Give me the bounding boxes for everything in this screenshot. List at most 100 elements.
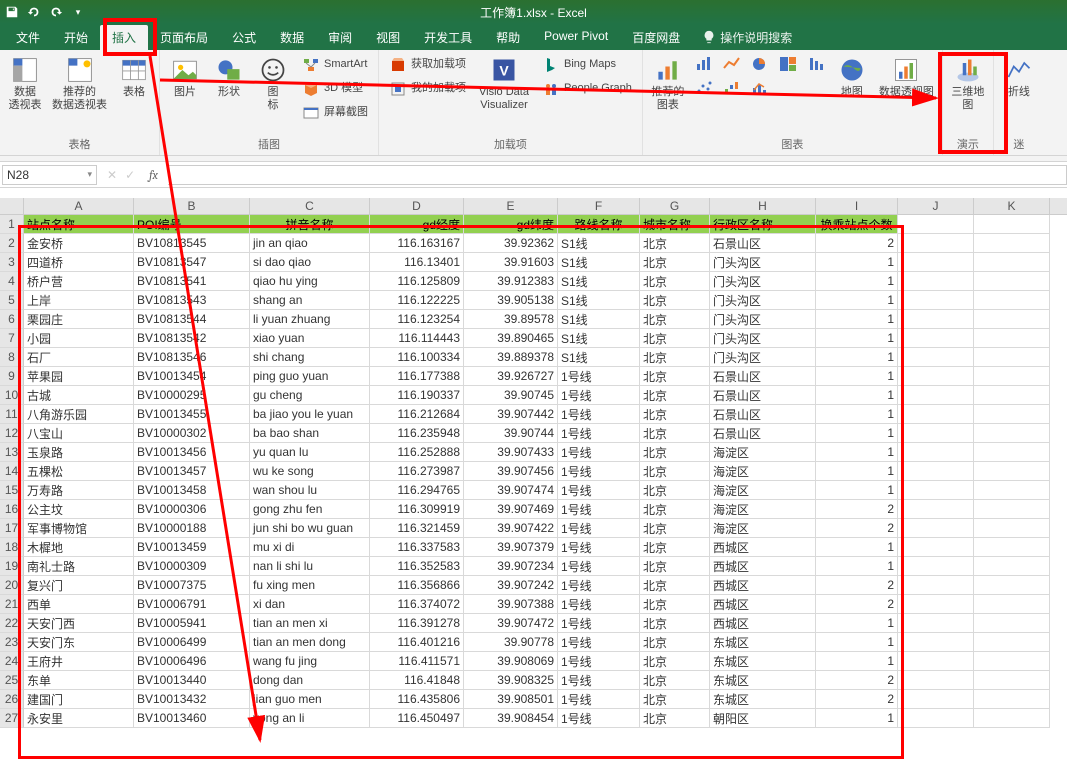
cell[interactable]: 1: [816, 481, 898, 500]
cell[interactable]: 116.337583: [370, 538, 464, 557]
cell[interactable]: 1号线: [558, 633, 640, 652]
cell[interactable]: 39.890465: [464, 329, 558, 348]
cell[interactable]: 1: [816, 253, 898, 272]
cell[interactable]: BV10000188: [134, 519, 250, 538]
cell[interactable]: 1: [816, 367, 898, 386]
cell[interactable]: BV10000306: [134, 500, 250, 519]
cell[interactable]: [974, 348, 1050, 367]
cell[interactable]: 2: [816, 519, 898, 538]
row-header[interactable]: 27: [0, 709, 24, 728]
cell[interactable]: 五棵松: [24, 462, 134, 481]
cell[interactable]: [974, 234, 1050, 253]
cell[interactable]: BV10013459: [134, 538, 250, 557]
cell[interactable]: 西城区: [710, 576, 816, 595]
row-header[interactable]: 8: [0, 348, 24, 367]
cell[interactable]: fu xing men: [250, 576, 370, 595]
cell[interactable]: 建国门: [24, 690, 134, 709]
col-header[interactable]: D: [370, 198, 464, 214]
cell[interactable]: 北京: [640, 348, 710, 367]
cell[interactable]: [974, 386, 1050, 405]
cell[interactable]: 北京: [640, 367, 710, 386]
cell[interactable]: 西城区: [710, 595, 816, 614]
cell[interactable]: 北京: [640, 272, 710, 291]
row-header[interactable]: 10: [0, 386, 24, 405]
cell[interactable]: [898, 500, 974, 519]
row-header[interactable]: 16: [0, 500, 24, 519]
cell[interactable]: 西城区: [710, 614, 816, 633]
cell[interactable]: 39.908325: [464, 671, 558, 690]
cell[interactable]: 116.100334: [370, 348, 464, 367]
statistic-chart-icon[interactable]: [805, 54, 827, 74]
cell[interactable]: [974, 291, 1050, 310]
cell[interactable]: [974, 519, 1050, 538]
cell[interactable]: dong dan: [250, 671, 370, 690]
cell[interactable]: 军事博物馆: [24, 519, 134, 538]
tab-插入[interactable]: 插入: [100, 25, 148, 50]
cell[interactable]: yu quan lu: [250, 443, 370, 462]
cell[interactable]: BV10000309: [134, 557, 250, 576]
tab-审阅[interactable]: 审阅: [316, 25, 364, 50]
cell[interactable]: 东单: [24, 671, 134, 690]
cell[interactable]: si dao qiao: [250, 253, 370, 272]
fx-icon[interactable]: fx: [149, 168, 158, 182]
cell[interactable]: S1线: [558, 272, 640, 291]
pictures-button[interactable]: 图片: [166, 54, 204, 101]
cell[interactable]: [898, 310, 974, 329]
cell[interactable]: 1号线: [558, 405, 640, 424]
select-all-corner[interactable]: [0, 198, 24, 214]
cell[interactable]: [974, 576, 1050, 595]
cell[interactable]: 北京: [640, 462, 710, 481]
cell[interactable]: tian an men dong: [250, 633, 370, 652]
tab-开发工具[interactable]: 开发工具: [412, 25, 484, 50]
cell[interactable]: 木樨地: [24, 538, 134, 557]
cell[interactable]: 1号线: [558, 367, 640, 386]
cell[interactable]: [898, 709, 974, 728]
cell[interactable]: 1号线: [558, 500, 640, 519]
cell[interactable]: [898, 519, 974, 538]
row-header[interactable]: 23: [0, 633, 24, 652]
cell[interactable]: BV10813547: [134, 253, 250, 272]
cell[interactable]: 北京: [640, 386, 710, 405]
cell[interactable]: 1: [816, 386, 898, 405]
cell[interactable]: 1号线: [558, 443, 640, 462]
cell[interactable]: BV10813546: [134, 348, 250, 367]
cell[interactable]: 116.352583: [370, 557, 464, 576]
qat-dropdown-icon[interactable]: ▾: [70, 4, 86, 20]
cell[interactable]: 1: [816, 291, 898, 310]
cell[interactable]: 北京: [640, 310, 710, 329]
get-addins-button[interactable]: 获取加载项: [385, 54, 470, 76]
cell[interactable]: [898, 652, 974, 671]
cell[interactable]: 116.435806: [370, 690, 464, 709]
cell[interactable]: 39.907472: [464, 614, 558, 633]
cell[interactable]: [974, 481, 1050, 500]
cell[interactable]: BV10006791: [134, 595, 250, 614]
cell[interactable]: 北京: [640, 557, 710, 576]
cell[interactable]: 北京: [640, 576, 710, 595]
cell[interactable]: 1号线: [558, 690, 640, 709]
cell[interactable]: [974, 538, 1050, 557]
cell[interactable]: 1号线: [558, 614, 640, 633]
cell[interactable]: 公主坟: [24, 500, 134, 519]
cell[interactable]: BV10013457: [134, 462, 250, 481]
icons-button[interactable]: 图 标: [254, 54, 292, 114]
combo-chart-icon[interactable]: [749, 78, 771, 98]
cell[interactable]: mu xi di: [250, 538, 370, 557]
col-header[interactable]: I: [816, 198, 898, 214]
scatter-chart-icon[interactable]: [693, 78, 715, 98]
cell[interactable]: BV10813545: [134, 234, 250, 253]
cell[interactable]: 王府井: [24, 652, 134, 671]
column-chart-icon[interactable]: [693, 54, 715, 74]
cell[interactable]: 1号线: [558, 576, 640, 595]
cell[interactable]: [974, 709, 1050, 728]
enter-formula-icon[interactable]: ✓: [125, 168, 135, 182]
3d-map-button[interactable]: 三维地 图: [949, 54, 987, 114]
cell[interactable]: 北京: [640, 690, 710, 709]
cell[interactable]: 116.252888: [370, 443, 464, 462]
row-header[interactable]: 13: [0, 443, 24, 462]
cell[interactable]: 116.122225: [370, 291, 464, 310]
cell[interactable]: li yuan zhuang: [250, 310, 370, 329]
cell[interactable]: 39.92362: [464, 234, 558, 253]
cell[interactable]: wang fu jing: [250, 652, 370, 671]
cell[interactable]: 北京: [640, 443, 710, 462]
cell[interactable]: 1号线: [558, 462, 640, 481]
